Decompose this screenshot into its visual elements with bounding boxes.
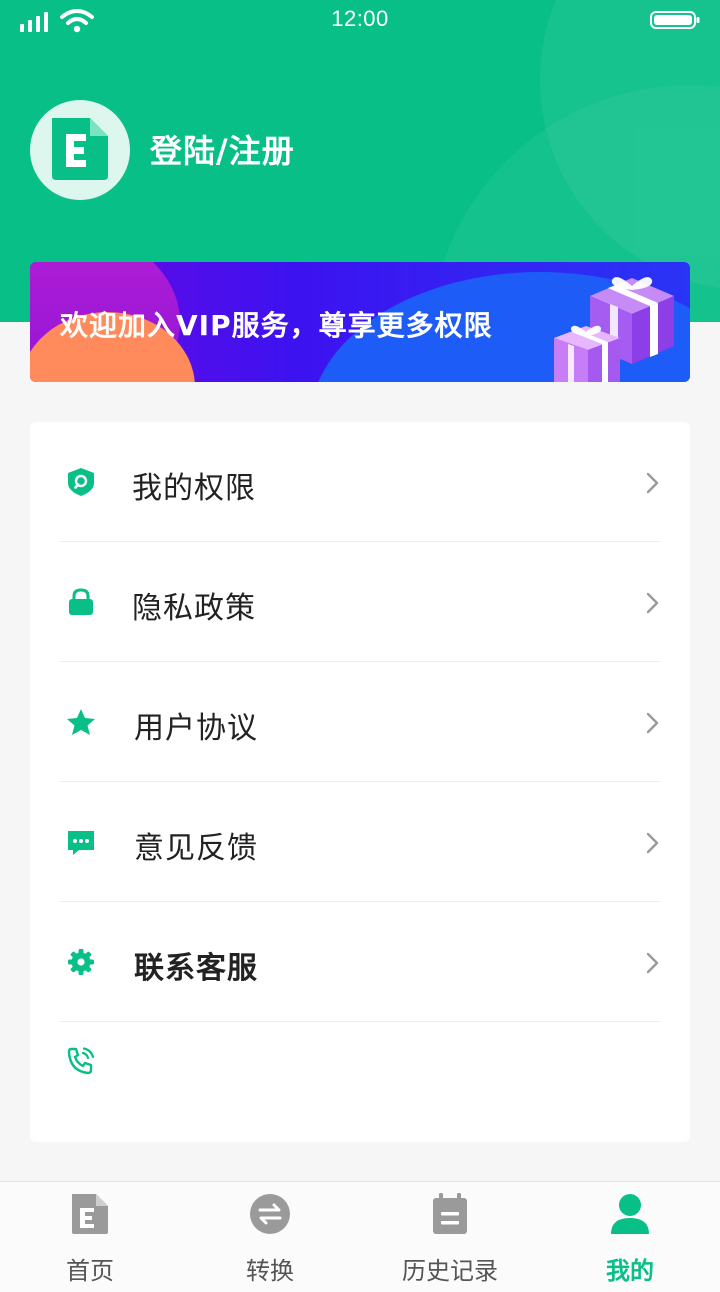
- menu-item-privacy-policy[interactable]: 隐私政策: [30, 542, 690, 662]
- user-icon: [611, 1194, 649, 1234]
- tab-label: 首页: [66, 1257, 114, 1285]
- menu-item-contact-support[interactable]: 联系客服: [30, 902, 690, 1022]
- menu-item-phone[interactable]: [30, 1022, 690, 1142]
- menu-item-label: 联系客服: [134, 951, 258, 986]
- chevron-right-icon: [646, 712, 659, 734]
- menu-item-label: 隐私政策: [132, 591, 256, 626]
- status-time: 12:00: [331, 6, 389, 31]
- chevron-right-icon: [646, 952, 659, 974]
- status-bar: 12:00: [0, 0, 720, 40]
- vip-banner-text: 欢迎加入VIP服务，尊享更多权限: [60, 309, 493, 342]
- tab-label: 转换: [246, 1257, 294, 1285]
- vip-banner[interactable]: 欢迎加入VIP服务，尊享更多权限: [30, 262, 690, 382]
- bottom-tab-bar: 首页 转换 历史记录 我的: [0, 1181, 720, 1292]
- document-e-icon: [72, 1194, 108, 1234]
- calendar-icon: [433, 1193, 467, 1234]
- chevron-right-icon: [646, 472, 659, 494]
- tab-history[interactable]: 历史记录: [360, 1182, 540, 1292]
- menu-item-label: 我的权限: [132, 471, 256, 506]
- menu-item-my-permissions[interactable]: 我的权限: [30, 422, 690, 542]
- star-icon: [67, 709, 95, 735]
- chevron-right-icon: [646, 832, 659, 854]
- profile-page: 12:00 登陆/注册 欢迎加入VIP服务，尊享更多权限 我的权限 隐私政策 用…: [0, 0, 720, 1292]
- login-register-link[interactable]: 登陆/注册: [150, 126, 295, 172]
- document-e-icon: [52, 118, 108, 180]
- tab-label: 我的: [606, 1257, 654, 1285]
- message-icon: [68, 831, 94, 855]
- lock-icon: [69, 588, 93, 615]
- menu-item-user-agreement[interactable]: 用户协议: [30, 662, 690, 782]
- tab-convert[interactable]: 转换: [180, 1182, 360, 1292]
- tab-home[interactable]: 首页: [0, 1182, 180, 1292]
- avatar[interactable]: [30, 100, 130, 200]
- tab-mine[interactable]: 我的: [540, 1182, 720, 1292]
- shield-search-icon: [68, 468, 94, 496]
- menu-card: 我的权限 隐私政策 用户协议 意见反馈 联系客服: [30, 422, 690, 1142]
- tab-label: 历史记录: [402, 1257, 498, 1285]
- menu-item-label: 意见反馈: [134, 831, 258, 866]
- convert-icon: [250, 1194, 290, 1234]
- phone-call-icon: [67, 1047, 95, 1075]
- chevron-right-icon: [646, 592, 659, 614]
- gift-boxes-icon: [554, 277, 674, 382]
- gear-icon: [68, 949, 94, 975]
- battery-icon: [650, 11, 700, 29]
- menu-item-label: 用户协议: [134, 711, 258, 746]
- menu-item-feedback[interactable]: 意见反馈: [30, 782, 690, 902]
